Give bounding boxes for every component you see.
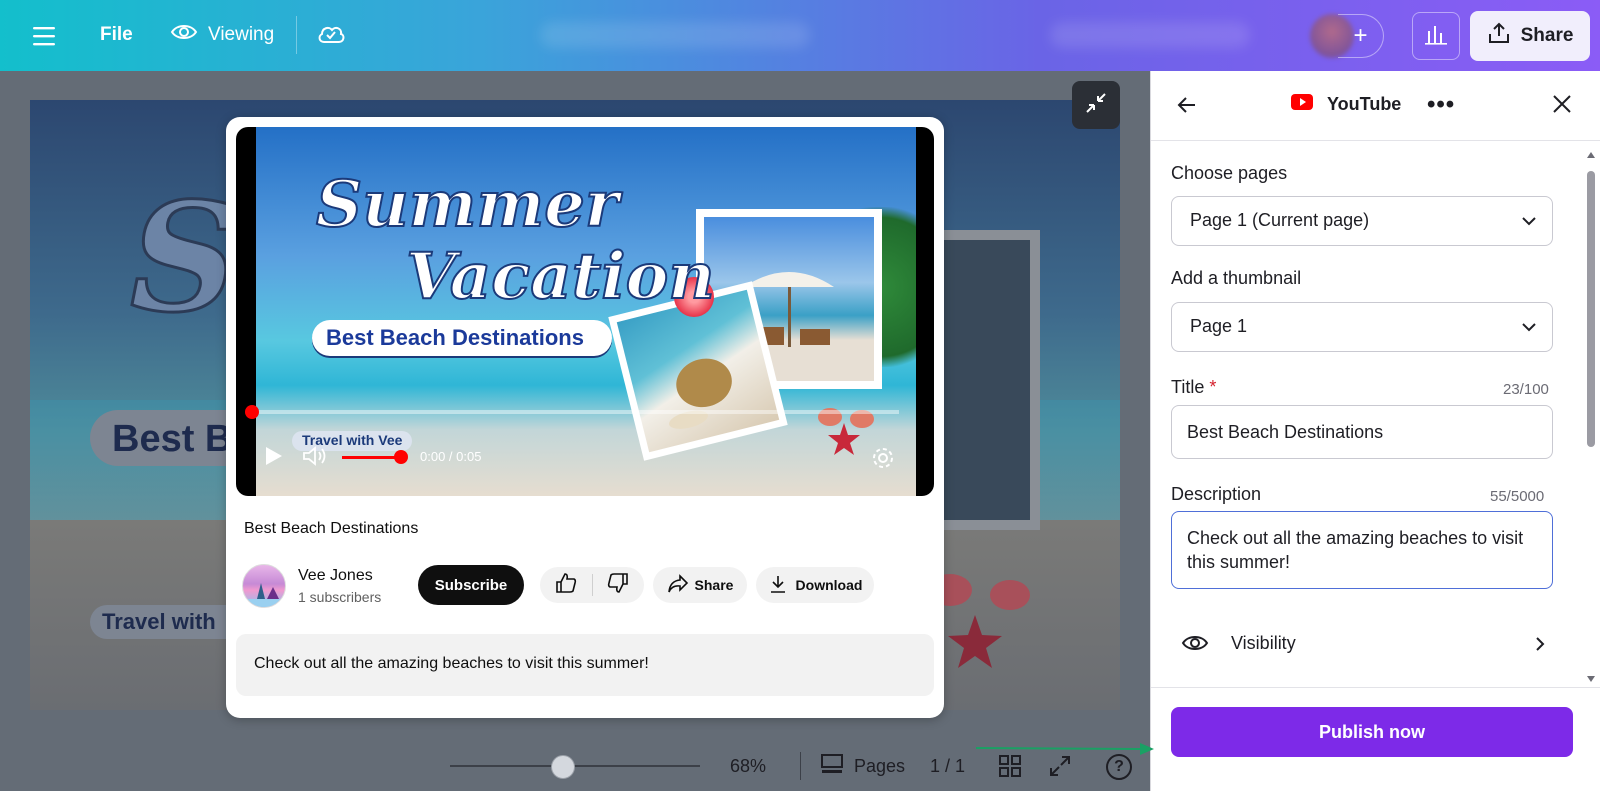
scrollbar-thumb[interactable] xyxy=(1587,171,1595,447)
download-label: Download xyxy=(795,577,863,593)
cloud-check-icon[interactable] xyxy=(316,22,346,51)
help-icon[interactable]: ? xyxy=(1106,754,1132,780)
chevron-right-icon xyxy=(1531,635,1549,658)
thumbnail-value: Page 1 xyxy=(1190,316,1248,336)
preview-share-button[interactable]: Share xyxy=(653,567,747,603)
video-player[interactable]: Summer Vacation Best Beach Destinations … xyxy=(236,127,934,496)
video-title-line2: Vacation xyxy=(405,238,716,315)
publish-panel: YouTube ••• Choose pages Page 1 (Current… xyxy=(1150,71,1600,791)
video-progress-handle[interactable] xyxy=(245,405,259,419)
chevron-down-icon xyxy=(1520,212,1538,235)
video-subtitle: Best Beach Destinations xyxy=(326,325,584,350)
required-mark: * xyxy=(1209,377,1217,397)
eye-icon xyxy=(1181,633,1209,658)
share-label: Share xyxy=(1520,25,1574,46)
eye-icon xyxy=(170,22,198,48)
channel-subscribers: 1 subscribers xyxy=(298,589,382,605)
volume-slider[interactable] xyxy=(342,456,402,459)
pages-label: Pages xyxy=(854,756,906,776)
thumbnail-select[interactable]: Page 1 xyxy=(1171,302,1553,352)
design-channel-text: Travel with xyxy=(102,609,216,634)
zoom-level[interactable]: 68% xyxy=(730,756,766,777)
description-textarea[interactable]: Check out all the amazing beaches to vis… xyxy=(1171,511,1553,589)
video-time: 0:00 / 0:05 xyxy=(420,449,482,464)
bottom-bar: 68% Pages 1 / 1 ? xyxy=(0,730,1150,791)
panel-title-text: YouTube xyxy=(1327,94,1402,114)
choose-pages-select[interactable]: Page 1 (Current page) xyxy=(1171,196,1553,246)
title-label: Title * xyxy=(1171,377,1216,398)
pages-icon xyxy=(820,753,844,780)
collapse-icon xyxy=(1084,91,1108,120)
volume-icon[interactable] xyxy=(302,445,328,472)
like-dislike-group xyxy=(540,567,644,603)
zoom-slider-track[interactable] xyxy=(450,765,700,767)
top-bar: File Viewing + Share xyxy=(0,0,1600,71)
page-counter: 1 / 1 xyxy=(930,756,966,776)
share-arrow-icon xyxy=(667,573,689,597)
thumbnail-label: Add a thumbnail xyxy=(1171,268,1302,288)
like-button[interactable] xyxy=(540,567,592,603)
share-button[interactable]: Share xyxy=(1470,11,1590,61)
annotation-arrow xyxy=(976,743,1154,755)
choose-pages-value: Page 1 (Current page) xyxy=(1190,210,1370,230)
scroll-down-icon[interactable] xyxy=(1586,675,1596,683)
panel-title: YouTube xyxy=(1291,94,1401,115)
download-button[interactable]: Download xyxy=(756,567,874,603)
divider xyxy=(1151,687,1600,688)
title-label-text: Title xyxy=(1171,377,1205,397)
download-icon xyxy=(768,574,788,597)
video-subtitle-pill: Best Beach Destinations xyxy=(312,320,612,356)
video-progress-bar[interactable] xyxy=(251,410,899,414)
channel-avatar xyxy=(242,564,286,608)
scroll-up-icon[interactable] xyxy=(1586,151,1596,159)
fullscreen-icon[interactable] xyxy=(1048,754,1072,783)
share-label: Share xyxy=(694,577,734,593)
insights-icon xyxy=(1424,23,1448,50)
more-options-button[interactable]: ••• xyxy=(1427,91,1455,119)
zoom-slider-handle[interactable] xyxy=(550,755,575,779)
title-char-counter: 23/100 xyxy=(1503,381,1549,398)
preview-video-title: Best Beach Destinations xyxy=(244,520,419,537)
title-input[interactable]: Best Beach Destinations xyxy=(1171,405,1553,459)
panel-scrollbar[interactable] xyxy=(1585,151,1596,683)
chevron-down-icon xyxy=(1520,318,1538,341)
video-title-line1: Summer xyxy=(315,166,620,243)
menu-icon[interactable] xyxy=(30,22,58,50)
visibility-row[interactable]: Visibility xyxy=(1171,627,1553,663)
share-upload-icon xyxy=(1487,21,1511,51)
preview-description: Check out all the amazing beaches to vis… xyxy=(236,634,934,696)
blurred-content xyxy=(1050,22,1250,48)
add-collaborator-button[interactable]: + xyxy=(1338,14,1384,58)
volume-slider-handle[interactable] xyxy=(394,450,408,464)
youtube-icon xyxy=(1291,94,1313,115)
choose-pages-label: Choose pages xyxy=(1171,163,1288,183)
design-subtitle-text: Best B xyxy=(112,418,233,460)
close-icon[interactable] xyxy=(1551,93,1573,120)
viewing-label: Viewing xyxy=(208,24,275,45)
thumbs-down-icon xyxy=(607,572,629,599)
collapse-button[interactable] xyxy=(1072,81,1120,129)
divider xyxy=(800,752,801,780)
visibility-label: Visibility xyxy=(1231,633,1296,653)
insights-button[interactable] xyxy=(1412,12,1460,60)
subscribe-button[interactable]: Subscribe xyxy=(418,565,524,605)
pages-button[interactable]: Pages xyxy=(820,753,905,780)
description-label: Description xyxy=(1171,484,1262,504)
blurred-title xyxy=(540,22,810,48)
back-arrow-icon[interactable] xyxy=(1175,93,1199,122)
play-icon[interactable] xyxy=(262,445,284,472)
viewing-mode-button[interactable]: Viewing xyxy=(170,22,274,48)
file-menu-button[interactable]: File xyxy=(100,24,133,46)
dislike-button[interactable] xyxy=(592,567,644,603)
settings-gear-icon[interactable] xyxy=(870,445,896,476)
channel-name: Vee Jones xyxy=(298,567,373,584)
publish-now-button[interactable]: Publish now xyxy=(1171,707,1573,757)
youtube-preview-card: Summer Vacation Best Beach Destinations … xyxy=(226,117,944,718)
description-char-counter: 55/5000 xyxy=(1490,488,1545,505)
divider xyxy=(296,16,297,54)
panel-header: YouTube ••• xyxy=(1151,71,1600,141)
grid-icon[interactable] xyxy=(998,754,1022,783)
thumbs-up-icon xyxy=(555,572,577,599)
